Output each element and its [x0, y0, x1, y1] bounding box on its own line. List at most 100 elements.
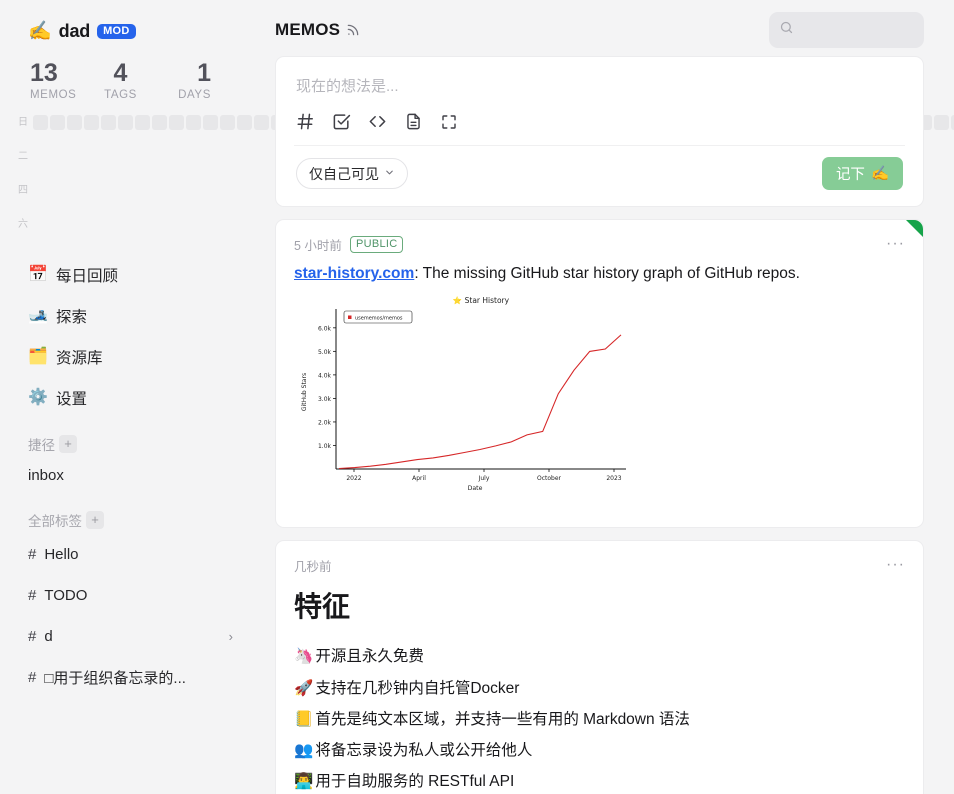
editor-toolbar	[294, 112, 905, 145]
calendar-icon: 📅	[28, 267, 47, 283]
heatmap-cell[interactable]	[67, 115, 82, 130]
memo-header: 5 小时前 PUBLIC ···	[294, 234, 905, 254]
stat-tags-label: TAGS	[90, 89, 150, 101]
memo-feature-list: 🦄开源且永久免费 🚀支持在几秒钟内自托管Docker 📒首先是纯文本区域，并支持一些…	[294, 647, 905, 792]
add-shortcut-button[interactable]: +	[59, 435, 77, 453]
feature-text: 用于自助服务的 RESTful API	[315, 773, 514, 790]
sidebar-item-3[interactable]: 🗂️资源库	[16, 336, 249, 377]
hash-icon[interactable]	[296, 112, 315, 131]
stat-tags: 4 TAGS	[90, 60, 150, 101]
shortcuts-header: 捷径 +	[16, 432, 249, 456]
chart-legend-swatch	[348, 316, 352, 320]
heatmap-day-label: 六	[18, 217, 28, 232]
brand-name: dad	[59, 21, 90, 42]
memo-more-button[interactable]: ···	[886, 560, 905, 570]
sidebar-item-1[interactable]: 📅 每日回顾	[16, 254, 249, 295]
heatmap-cell[interactable]	[33, 115, 48, 130]
feature-emoji-icon: 🚀	[294, 680, 313, 697]
sidebar-item-2[interactable]: 🎿探索	[16, 295, 249, 336]
chart-y-tick-label: 1.0k	[318, 443, 332, 450]
status-badge: PUBLIC	[350, 236, 404, 253]
heatmap-cell[interactable]	[203, 115, 218, 130]
stat-tags-value: 4	[90, 60, 150, 86]
search-box[interactable]	[769, 12, 924, 48]
hash-icon: #	[28, 546, 36, 563]
rss-icon[interactable]	[346, 23, 360, 37]
memo-editor-card: 现在的想法是...	[275, 56, 924, 207]
heatmap-cell[interactable]	[101, 115, 116, 130]
heatmap-cell[interactable]	[118, 115, 133, 130]
tag-item[interactable]: # Hello	[16, 534, 249, 575]
heatmap-cell[interactable]	[237, 115, 252, 130]
heatmap-cell[interactable]	[169, 115, 184, 130]
stat-days-value: 1	[151, 60, 211, 86]
shortcut-item[interactable]: inbox	[16, 458, 249, 494]
memo-link[interactable]: star-history.com	[294, 265, 414, 282]
hash-icon: #	[28, 669, 36, 686]
heatmap-cell[interactable]	[152, 115, 167, 130]
feature-item: 🦄开源且永久免费	[294, 647, 905, 667]
feature-emoji-icon: 👥	[294, 742, 313, 759]
heatmap-cell[interactable]	[135, 115, 150, 130]
activity-heatmap: 日二四六	[16, 111, 249, 232]
chart-y-tick-label: 2.0k	[318, 420, 332, 427]
chart-y-axis-label: GitHub Stars	[301, 373, 308, 411]
chart-series-line	[339, 335, 621, 469]
checkbox-icon[interactable]	[332, 112, 351, 131]
heatmap-cell[interactable]	[84, 115, 99, 130]
tags-header: 全部标签 +	[16, 508, 249, 532]
memo-more-button[interactable]: ···	[886, 239, 905, 249]
main-content: MEMOS 现在的想法是...	[265, 0, 954, 794]
heatmap-day-label: 日	[18, 115, 28, 130]
feature-emoji-icon: 🦄	[294, 648, 313, 665]
memo-card: 几秒前 ··· 特征 🦄开源且永久免费🚀支持在几秒钟内自托管Docker📒首先是…	[275, 540, 924, 794]
hash-icon: #	[28, 587, 36, 604]
heatmap-cell[interactable]	[186, 115, 201, 130]
chevron-right-icon[interactable]: ›	[229, 629, 237, 644]
sidebar-item-4[interactable]: ⚙️设置	[16, 377, 249, 418]
sidebar-item-label: 每日回顾	[56, 264, 118, 286]
heatmap-cell[interactable]	[220, 115, 235, 130]
chevron-down-icon	[384, 167, 395, 181]
search-input[interactable]	[800, 22, 914, 39]
tag-item[interactable]: #d›	[16, 616, 249, 657]
brand-badge: MOD	[97, 24, 136, 39]
tag-item[interactable]: # TODO	[16, 575, 249, 616]
feature-text: 开源且永久免费	[315, 648, 424, 665]
heatmap-day-label	[18, 166, 28, 181]
memo-timestamp: 5 小时前	[294, 235, 342, 254]
tag-list: # Hello # TODO #d›#□用于组织备忘录的...	[16, 534, 249, 698]
brand[interactable]: ✍️ dad MOD	[16, 12, 249, 46]
heatmap-day-label: 四	[18, 183, 28, 198]
tag-item[interactable]: #□用于组织备忘录的...	[16, 657, 249, 698]
visibility-select[interactable]: 仅自己可见	[296, 158, 408, 189]
feature-text: 首先是纯文本区域，并支持一些有用的 Markdown 语法	[315, 711, 690, 728]
save-button[interactable]: 记下 ✍️	[822, 157, 903, 190]
document-icon[interactable]	[404, 112, 423, 131]
add-tag-button[interactable]: +	[86, 511, 104, 529]
stat-days: 1 DAYS	[151, 60, 245, 101]
feature-emoji-icon: 👨‍💻	[294, 773, 313, 790]
tag-label: TODO	[44, 587, 237, 604]
chart-x-tick-label: April	[412, 475, 426, 482]
memo-editor[interactable]: 现在的想法是...	[276, 57, 923, 206]
sidebar-item-label: 探索	[56, 305, 87, 327]
heatmap-day-label	[18, 132, 28, 147]
memo-heading: 特征	[294, 585, 905, 625]
memo-editor-placeholder[interactable]: 现在的想法是...	[294, 73, 905, 112]
chart-legend-label: usememos/memos	[355, 316, 403, 322]
chart-x-tick-label: October	[537, 475, 562, 482]
chart-y-tick-label: 3.0k	[318, 396, 332, 403]
memo-content: star-history.com: The missing GitHub sta…	[294, 263, 905, 285]
code-icon[interactable]	[368, 112, 387, 131]
heatmap-cell[interactable]	[50, 115, 65, 130]
tag-label: Hello	[44, 546, 237, 563]
memo-pencil-icon: ✍️	[28, 22, 52, 41]
feature-emoji-icon: 📒	[294, 711, 313, 728]
sidebar-nav: 📅 每日回顾 🎿探索🗂️资源库⚙️设置	[16, 254, 249, 418]
feature-item: 🚀支持在几秒钟内自托管Docker	[294, 679, 905, 699]
pinned-corner-icon	[906, 220, 923, 237]
shortcut-list: inbox	[16, 458, 249, 494]
feature-item: 📒首先是纯文本区域，并支持一些有用的 Markdown 语法	[294, 710, 905, 730]
fullscreen-icon[interactable]	[440, 113, 458, 131]
